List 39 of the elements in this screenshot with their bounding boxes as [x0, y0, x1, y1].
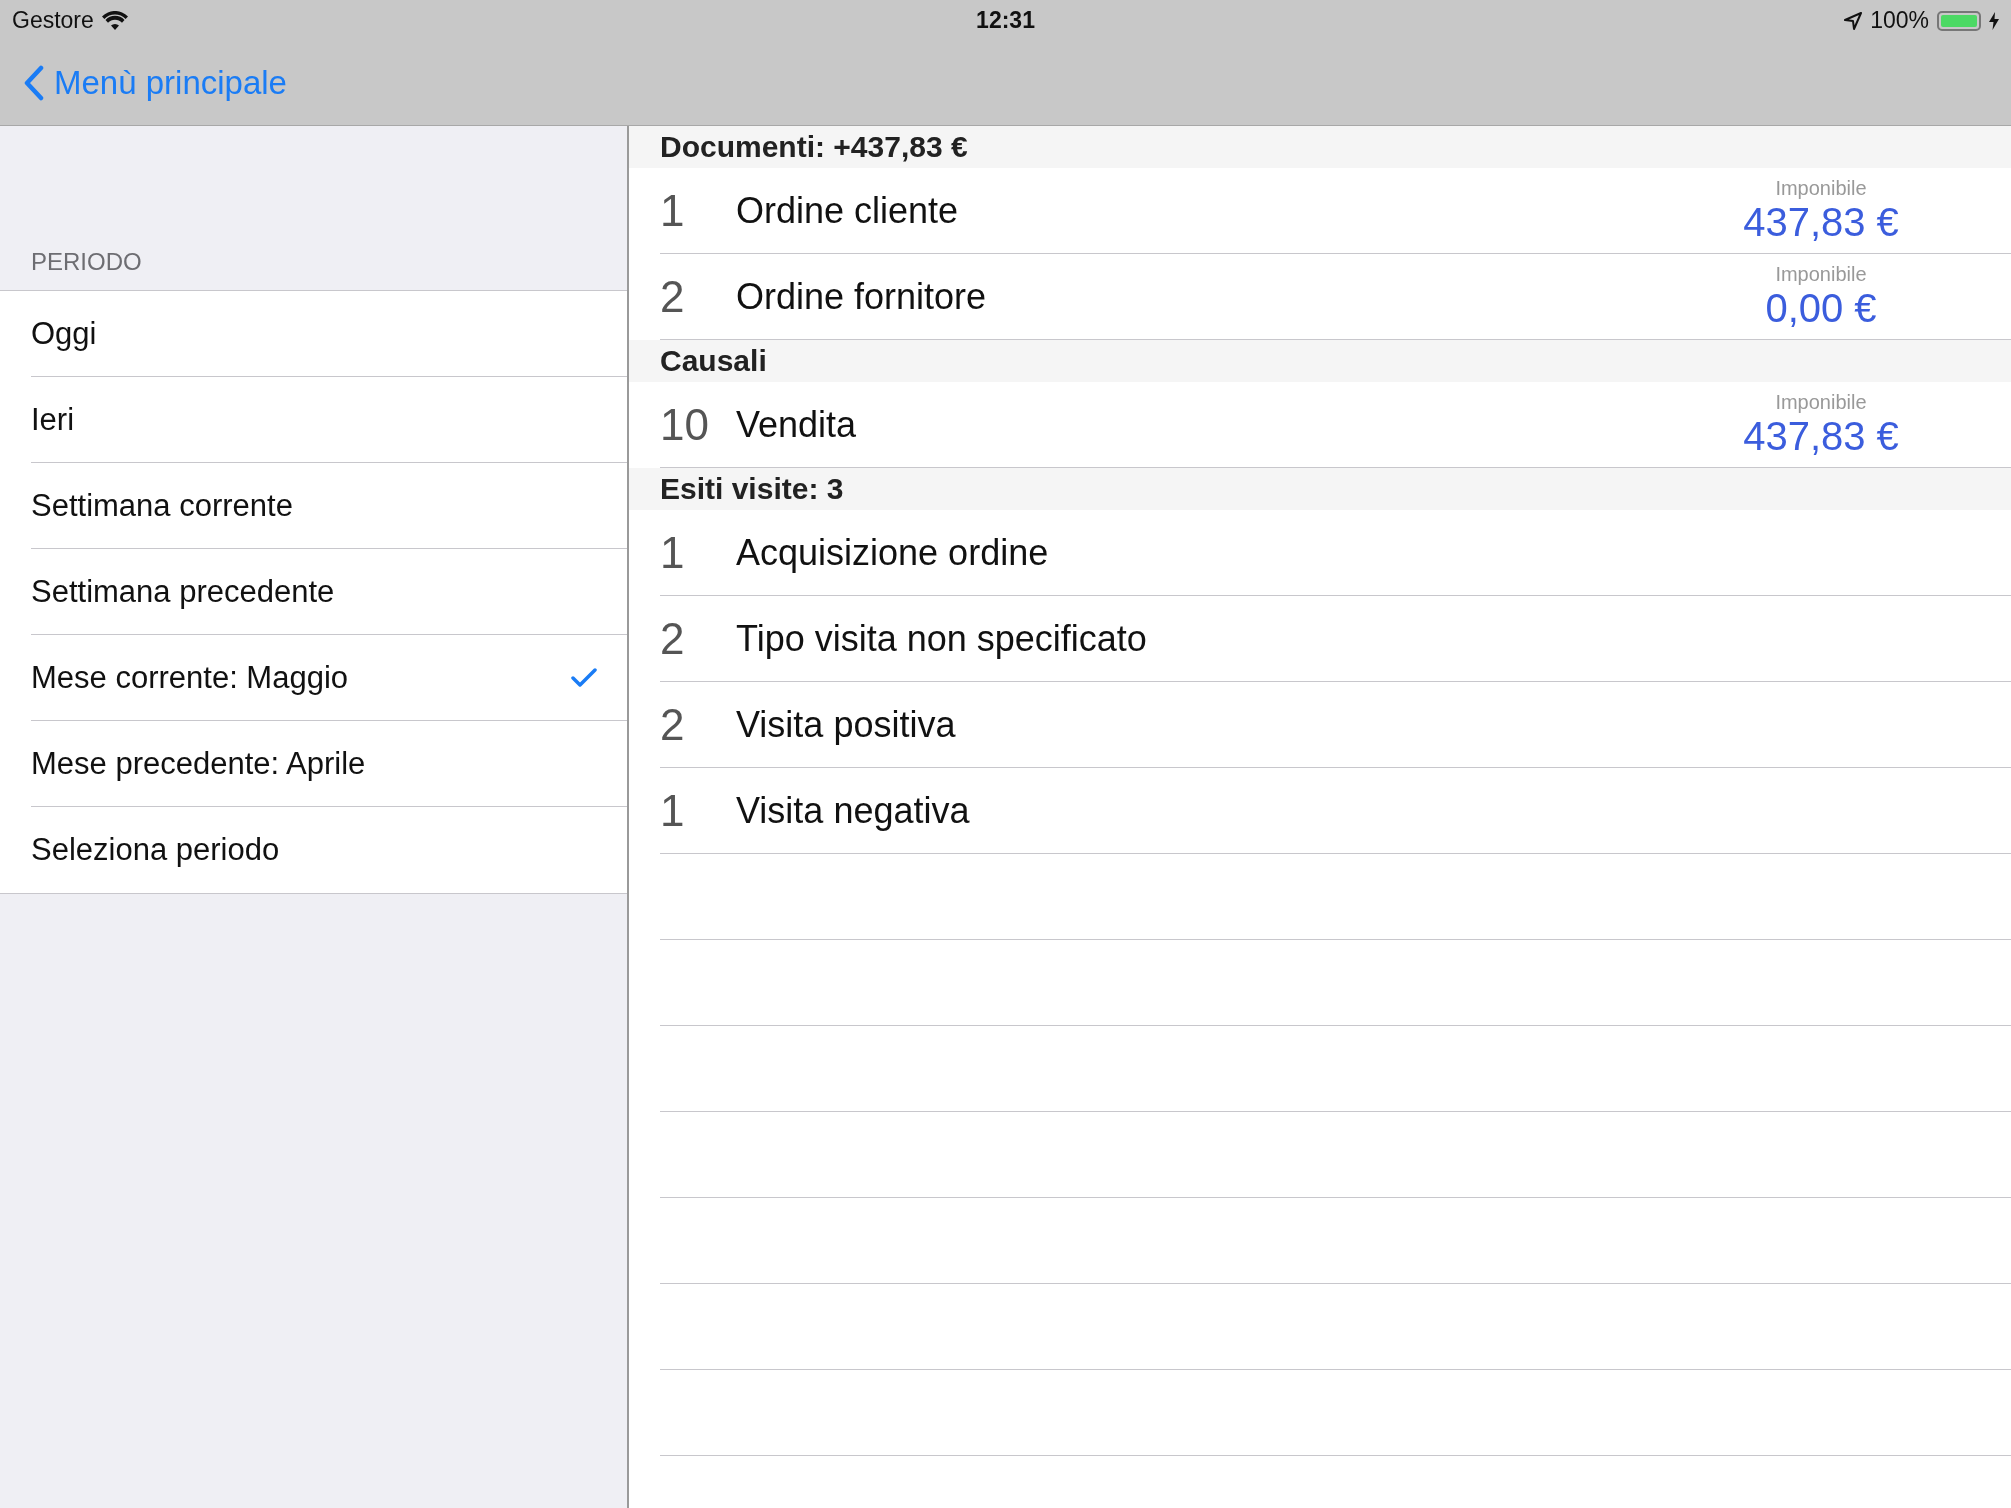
count-number: 2 — [660, 699, 686, 750]
row-label: Vendita — [736, 403, 858, 446]
amount-caption: Imponibile — [1775, 262, 1867, 286]
period-item[interactable]: Ieri — [31, 377, 627, 463]
row-label: Ordine fornitore — [736, 275, 988, 318]
amount-value: 437,83 € — [1743, 199, 1899, 245]
location-arrow-icon — [1844, 11, 1863, 30]
section-header: Esiti visite: 3 — [629, 468, 2011, 510]
period-item[interactable]: Mese precedente: Aprile — [31, 721, 627, 807]
amount-value: 437,83 € — [1743, 413, 1899, 459]
count-number: 1 — [660, 185, 686, 236]
row-label: Acquisizione ordine — [736, 531, 1050, 574]
period-item[interactable]: Settimana corrente — [31, 463, 627, 549]
battery-icon — [1937, 10, 1981, 31]
amount-value: 0,00 € — [1765, 285, 1877, 331]
count-number: 1 — [660, 527, 686, 578]
row-label: Tipo visita non specificato — [736, 617, 1148, 660]
carrier-name: Gestore — [12, 7, 94, 34]
period-item[interactable]: Mese corrente: Maggio — [31, 635, 627, 721]
section-header: Causali — [629, 340, 2011, 382]
section-header: Documenti: +437,83 € — [629, 126, 2011, 168]
count-number: 2 — [660, 613, 686, 664]
charging-bolt-icon — [1989, 11, 1999, 30]
row-label: Ordine cliente — [736, 189, 960, 232]
amount-caption: Imponibile — [1775, 390, 1867, 414]
row-label: Visita positiva — [736, 703, 957, 746]
count-number: 10 — [660, 399, 710, 450]
period-item[interactable]: Oggi — [31, 291, 627, 377]
count-number: 1 — [660, 785, 686, 836]
period-item[interactable]: Seleziona periodo — [31, 807, 627, 893]
wifi-icon — [101, 10, 128, 31]
clock-time: 12:31 — [976, 7, 1035, 34]
period-item[interactable]: Settimana precedente — [31, 549, 627, 635]
count-number: 2 — [660, 271, 686, 322]
row-label: Visita negativa — [736, 789, 971, 832]
amount-caption: Imponibile — [1775, 176, 1867, 200]
section-header: PERIODO — [30, 247, 143, 277]
chevron-left-icon — [24, 65, 44, 101]
battery-percent: 100% — [1870, 7, 1929, 34]
